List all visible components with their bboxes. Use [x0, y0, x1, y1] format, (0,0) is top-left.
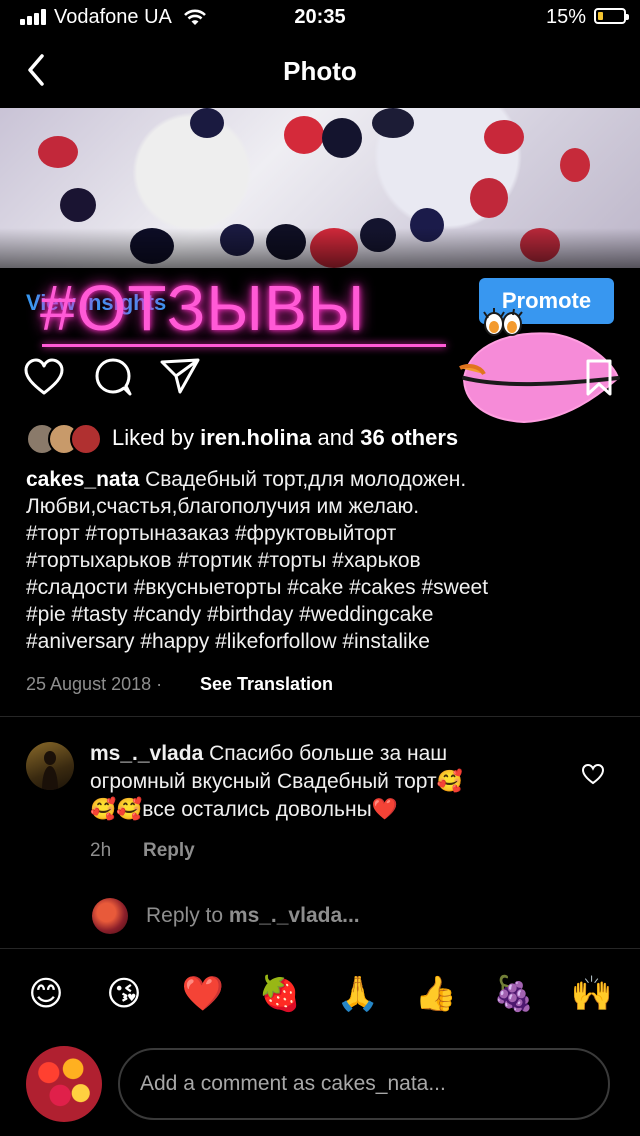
likes-and: and [317, 425, 355, 450]
emoji-pray-button[interactable]: 🙏 [336, 972, 380, 1016]
likes-prefix: Liked by [112, 425, 194, 450]
clock: 20:35 [294, 6, 346, 28]
divider [0, 948, 640, 949]
comment-input[interactable] [118, 1048, 610, 1120]
comment-body: ms_._vlada Спасибо больше за наш огромны… [90, 740, 550, 824]
post-photo[interactable] [0, 108, 640, 268]
liker-avatars [26, 423, 102, 455]
caption-hashtags[interactable]: #торт #тортыназаказ #фруктовыйторт [26, 520, 616, 547]
like-heart-icon[interactable] [22, 356, 66, 400]
avatar [70, 423, 102, 455]
liked-others-link[interactable]: 36 others [360, 425, 458, 450]
comment-bubble-icon[interactable] [92, 356, 136, 400]
reply-to-user: ms_._vlada... [228, 904, 360, 927]
status-bar: Vodafone UA 20:35 15% [0, 0, 640, 36]
comment-avatar[interactable] [26, 742, 74, 790]
comment-like-heart-icon[interactable] [580, 762, 606, 786]
emoji-strawberry-button[interactable]: 🍓 [258, 972, 302, 1016]
caption-line: Свадебный торт,для молодожен. [145, 468, 467, 491]
emoji-raised-hands-button[interactable]: 🙌 [570, 972, 614, 1016]
battery-icon [594, 8, 629, 24]
comment-author-link[interactable]: ms_._vlada [90, 742, 203, 765]
comment-text: 🥰🥰все остались довольны❤️ [90, 798, 398, 821]
comment-text: огромный вкусный Свадебный торт🥰 [90, 770, 463, 793]
divider [0, 716, 640, 717]
post-date-text: 25 August 2018 [26, 674, 152, 694]
caption-line: Любви,счастья,благополучия им желаю. [26, 495, 420, 518]
comment-text: Спасибо больше за наш [209, 742, 448, 765]
battery-percent: 15% [545, 6, 586, 28]
likes-summary[interactable]: Liked by iren.holina and 36 others [112, 425, 458, 451]
post-date: 25 August 2018 · [26, 674, 162, 695]
see-translation-link[interactable]: See Translation [200, 674, 333, 695]
liked-by-user-link[interactable]: iren.holina [200, 425, 311, 450]
emoji-kiss-button[interactable]: 😘 [102, 972, 146, 1016]
caption-hashtags[interactable]: #тортыхарьков #тортик #торты #харьков [26, 547, 616, 574]
date-separator: · [156, 674, 163, 694]
current-user-avatar [26, 1046, 102, 1122]
emoji-grapes-button[interactable]: 🍇 [492, 972, 536, 1016]
reply-to-prefix: Reply to [146, 904, 224, 927]
comment-age: 2h [90, 840, 112, 861]
page-title: Photo [283, 56, 357, 86]
caption-hashtags[interactable]: #aniversary #happy #likeforfollow #insta… [26, 628, 616, 655]
emoji-thumbs-up-button[interactable]: 👍 [414, 972, 458, 1016]
comment-reply-button[interactable]: Reply [143, 840, 195, 862]
caption-hashtags[interactable]: #pie #tasty #candy #birthday #weddingcak… [26, 601, 616, 628]
emoji-heart-button[interactable]: ❤️ [181, 972, 225, 1016]
share-paper-plane-icon[interactable] [158, 354, 202, 398]
emoji-smile-button[interactable]: 😊 [24, 972, 68, 1016]
caption-author-link[interactable]: cakes_nata [26, 468, 139, 491]
sticker-underline [42, 344, 446, 347]
caption-hashtags[interactable]: #сладости #вкусныеторты #cake #cakes #sw… [26, 574, 616, 601]
post-caption: cakes_nata Свадебный торт,для молодожен.… [26, 466, 616, 655]
reply-avatar [92, 898, 128, 934]
save-bookmark-icon[interactable] [584, 358, 614, 398]
reply-to-prompt[interactable]: Reply to ms_._vlada... [146, 904, 360, 928]
sticker-hashtag: #ОТЗЫВЫ [40, 272, 366, 344]
person-silhouette-icon [42, 751, 58, 790]
